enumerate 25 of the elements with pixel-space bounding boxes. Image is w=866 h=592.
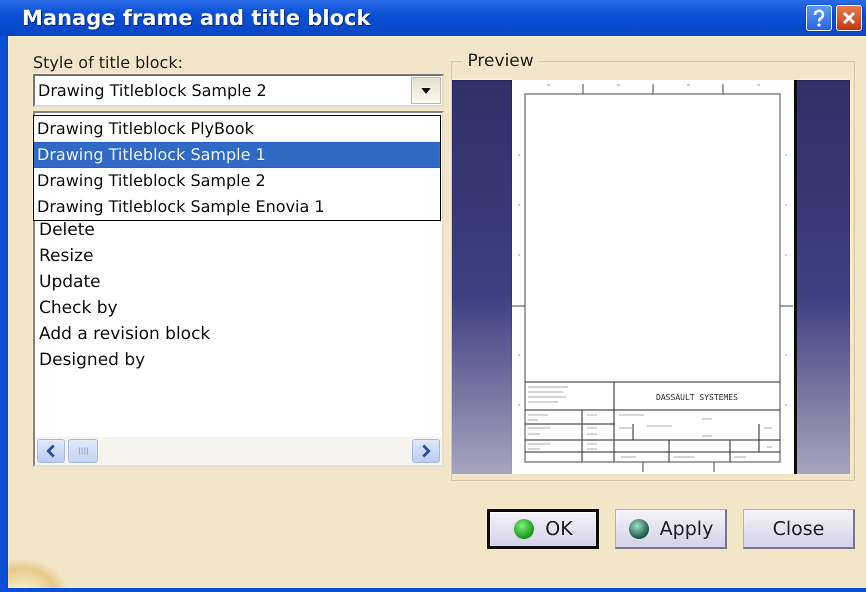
window-title: Manage frame and title block [22,6,372,30]
apply-button[interactable]: Apply [615,509,727,549]
dropdown-option[interactable]: Drawing Titleblock Sample 1 [34,142,440,168]
scroll-left-icon[interactable] [37,439,65,463]
ball-icon [513,518,536,540]
dropdown-option[interactable]: Drawing Titleblock Sample Enovia 1 [34,194,440,220]
action-item[interactable]: Resize [39,243,94,269]
close-button[interactable]: Close [743,509,855,549]
scroll-thumb-icon[interactable] [68,439,98,463]
close-icon[interactable] [836,5,862,31]
scroll-right-icon[interactable] [412,439,440,463]
dropdown-option[interactable]: Drawing Titleblock PlyBook [34,116,440,142]
help-icon[interactable] [806,5,832,31]
style-dropdown[interactable]: Drawing Titleblock Sample 2 [33,74,444,107]
horizontal-scrollbar[interactable] [35,437,442,465]
dropdown-option[interactable]: Drawing Titleblock Sample 2 [34,168,440,194]
company-name: DASSAULT SYSTEMES [656,393,738,402]
action-item[interactable]: Add a revision block [39,321,210,347]
field-label: Style of title block: [33,53,184,72]
action-item[interactable]: Designed by [39,347,146,373]
action-item[interactable]: Delete [39,217,95,243]
ok-button[interactable]: OK [487,509,599,549]
action-item[interactable]: Check by [39,295,118,321]
ball-icon [628,518,650,540]
action-item[interactable]: Update [39,269,101,295]
